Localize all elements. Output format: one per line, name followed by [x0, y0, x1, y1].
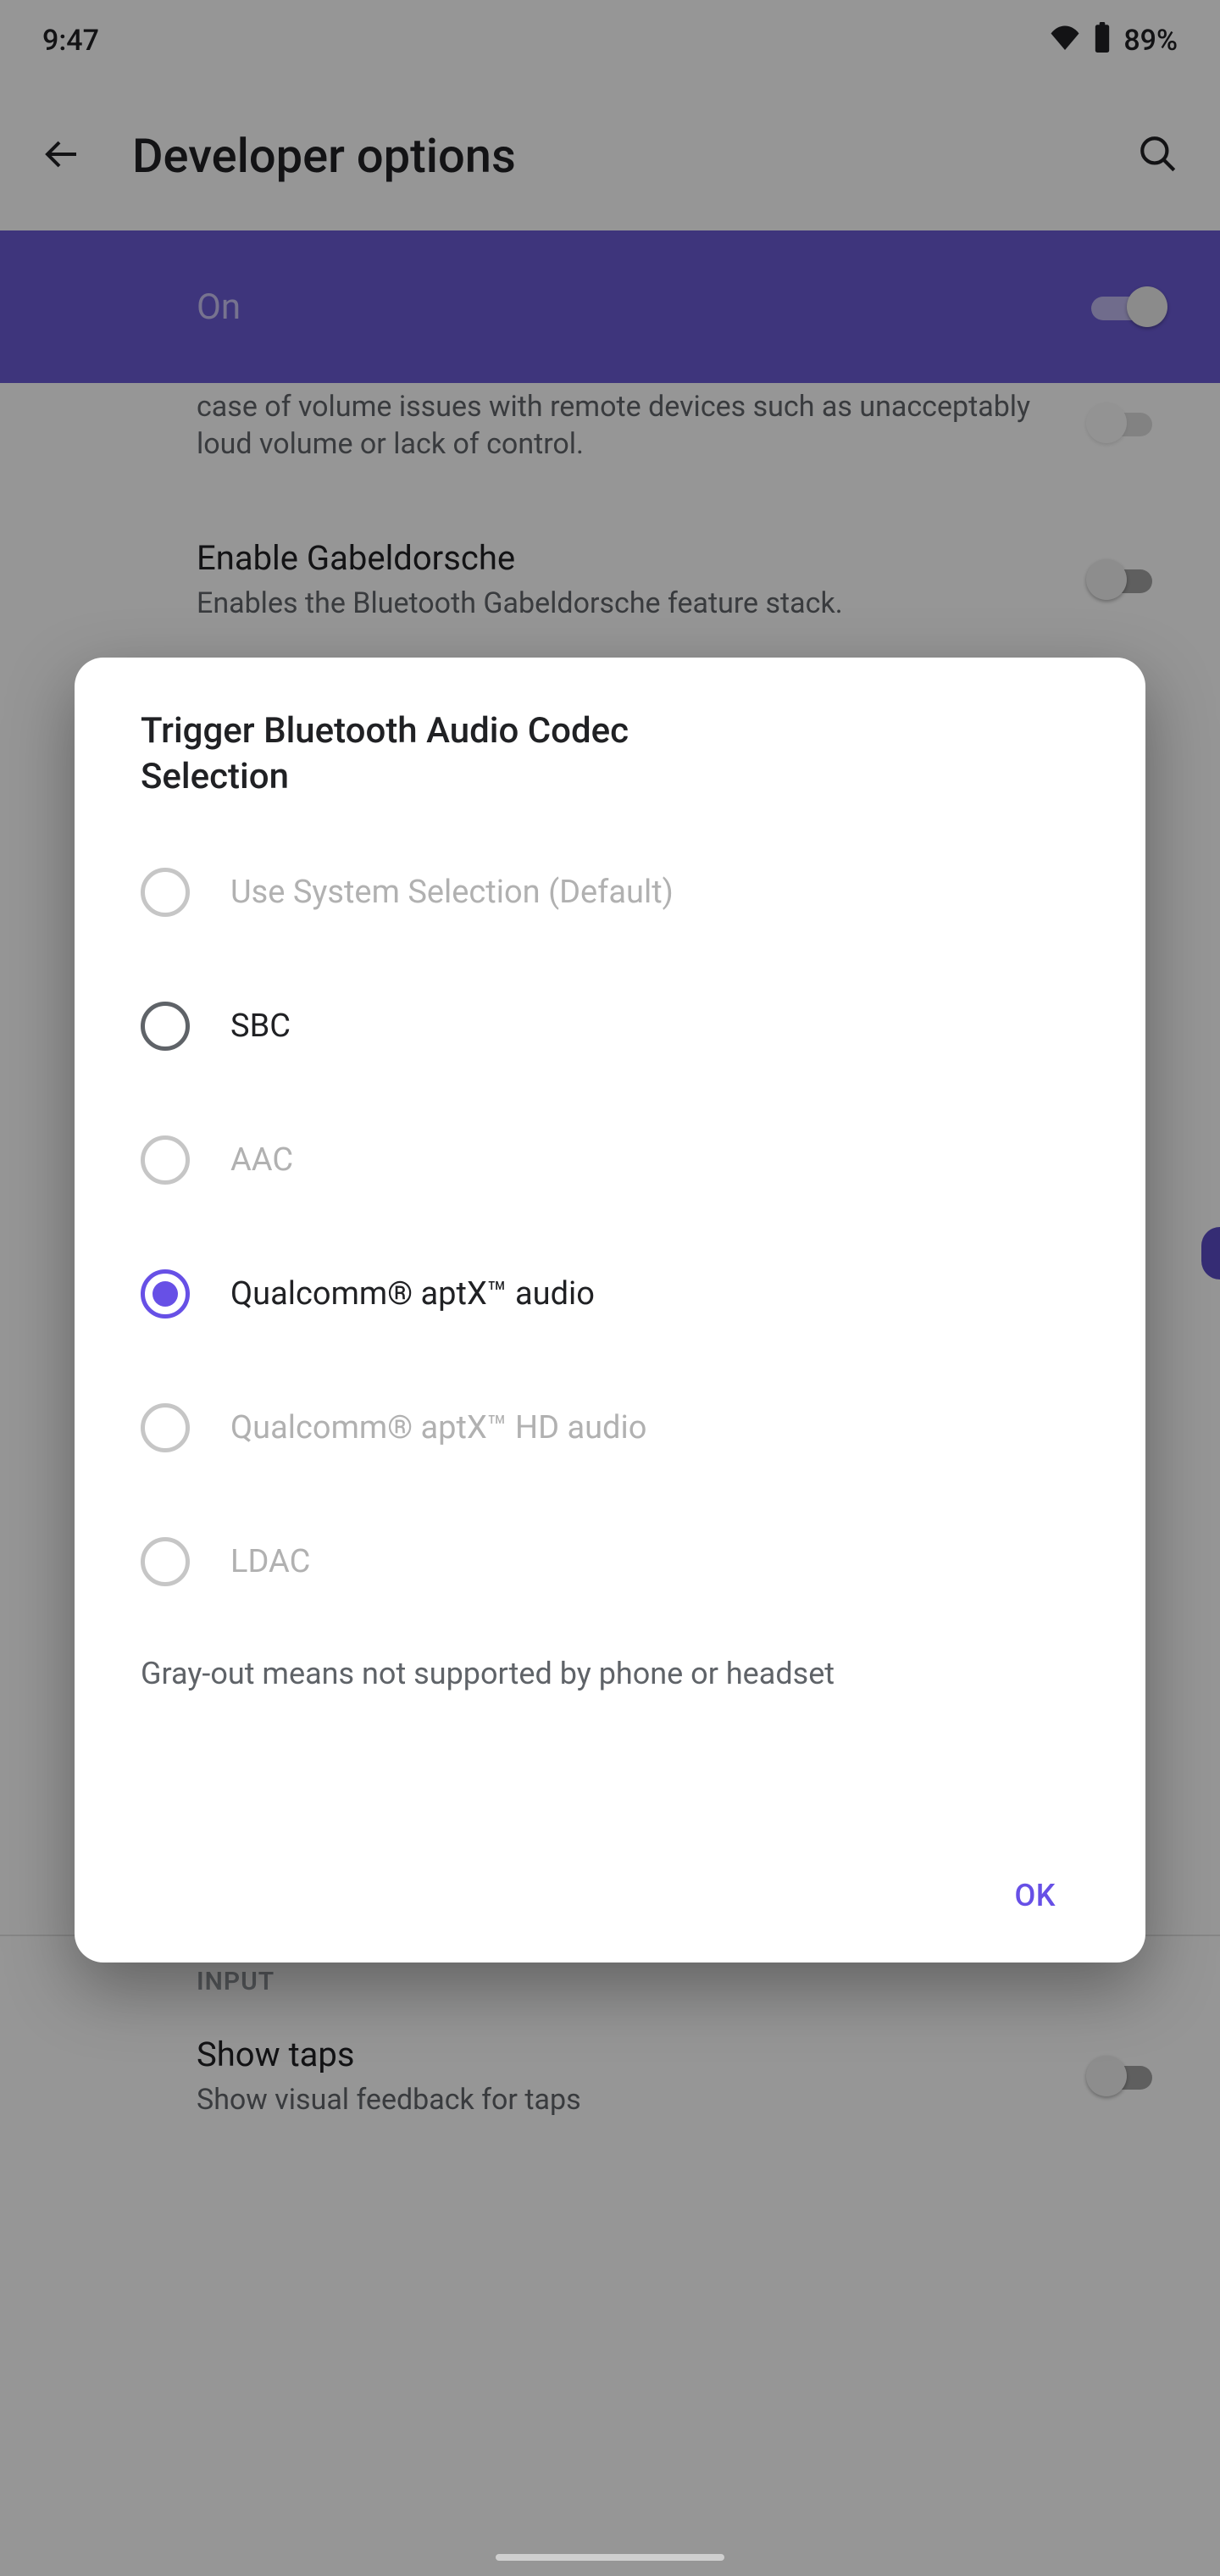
radio-icon [141, 1537, 190, 1586]
codec-option-label: LDAC [230, 1543, 310, 1580]
codec-option-label: SBC [230, 1008, 291, 1045]
ok-button[interactable]: OK [990, 1861, 1079, 1930]
codec-option-ldac[interactable]: LDAC [75, 1495, 1145, 1629]
dialog-title: Trigger Bluetooth Audio Codec Selection [75, 708, 735, 825]
codec-option-label: AAC [230, 1141, 293, 1179]
nav-pill-icon [496, 2554, 724, 2561]
codec-option-aptx-hd[interactable]: Qualcomm® aptX™ HD audio [75, 1361, 1145, 1495]
codec-option-label: Qualcomm® aptX™ audio [230, 1275, 595, 1313]
codec-option-aptx[interactable]: Qualcomm® aptX™ audio [75, 1227, 1145, 1361]
codec-option-label: Use System Selection (Default) [230, 874, 674, 911]
codec-option-label: Qualcomm® aptX™ HD audio [230, 1409, 646, 1446]
codec-selection-dialog: Trigger Bluetooth Audio Codec Selection … [75, 658, 1145, 1963]
codec-option-sbc[interactable]: SBC [75, 959, 1145, 1093]
gesture-nav-bar[interactable] [0, 2529, 1220, 2576]
radio-icon [141, 1135, 190, 1185]
dialog-note: Gray-out means not supported by phone or… [75, 1629, 1145, 1700]
radio-icon [141, 1269, 190, 1319]
radio-icon [141, 1403, 190, 1452]
codec-option-default[interactable]: Use System Selection (Default) [75, 825, 1145, 959]
radio-icon [141, 1002, 190, 1051]
radio-icon [141, 868, 190, 917]
codec-option-aac[interactable]: AAC [75, 1093, 1145, 1227]
